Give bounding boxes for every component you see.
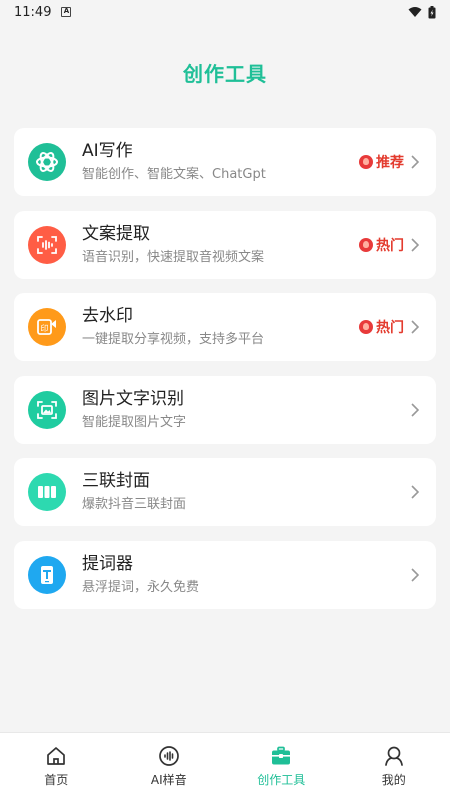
tool-card-ai-writing[interactable]: AI写作 智能创作、智能文案、ChatGpt 推荐 [14,128,436,196]
tool-title: 文案提取 [82,223,150,244]
tool-title: 三联封面 [82,471,150,492]
fire-icon [359,320,373,335]
tab-creation-tools[interactable]: 创作工具 [225,733,338,800]
tab-profile[interactable]: 我的 [338,733,450,800]
tool-card-remove-watermark[interactable]: 印 去水印 一键提取分享视频，支持多平台 热门 [14,293,436,362]
tool-subtitle: 语音识别，快速提取音视频文案 [82,249,265,265]
tool-title: 提词器 [82,553,133,574]
tool-title: 去水印 [82,306,133,327]
ai-brain-icon [28,143,66,181]
voice-wave-icon [28,225,66,264]
tool-subtitle: 一键提取分享视频，支持多平台 [82,332,265,348]
chevron-right-icon [408,568,422,582]
fire-icon [359,155,373,169]
tool-subtitle: 智能创作、智能文案、ChatGpt [82,167,266,182]
tab-label: 我的 [381,773,406,787]
page-title: 创作工具 [183,62,267,86]
image-scan-icon [28,390,66,429]
stamp-icon: 印 [28,308,66,347]
teleprompter-icon [28,555,66,594]
voice-sample-icon [158,746,179,766]
tool-list: AI写作 智能创作、智能文案、ChatGpt 推荐 文案提取 语音识别，快速提取… [14,128,436,624]
badge-label: 热门 [376,320,404,337]
notification-a-icon: A [61,7,72,17]
chevron-right-icon [408,485,422,499]
chevron-right-icon [408,155,422,169]
tool-card-teleprompter[interactable]: 提词器 悬浮提词，永久免费 [14,540,436,609]
badge-label: 推荐 [376,155,404,171]
profile-icon [384,746,403,766]
tab-label: AI样音 [150,773,187,787]
chevron-right-icon [408,238,422,252]
svg-text:印: 印 [41,324,49,333]
tool-subtitle: 悬浮提词，永久免费 [82,579,200,595]
hot-badge: 热门 [359,317,404,337]
toolbox-icon [272,746,291,765]
tool-subtitle: 爆款抖音三联封面 [82,497,187,513]
wifi-icon [408,7,422,17]
tool-card-triple-cover[interactable]: 三联封面 爆款抖音三联封面 [14,458,436,527]
chevron-right-icon [408,403,422,417]
fire-icon [359,237,373,252]
hot-badge: 热门 [359,235,404,255]
tool-card-text-extract[interactable]: 文案提取 语音识别，快速提取音视频文案 热门 [14,210,436,279]
bottom-tab-bar: 首页 AI样音 创作工具 我的 [0,732,450,800]
tool-card-image-ocr[interactable]: 图片文字识别 智能提取图片文字 [14,375,436,444]
tab-label: 创作工具 [257,773,306,787]
tab-ai-voice[interactable]: AI样音 [113,733,226,800]
tab-home[interactable]: 首页 [0,733,113,800]
tool-title: 图片文字识别 [82,388,184,409]
tool-subtitle: 智能提取图片文字 [82,414,187,430]
battery-icon [428,5,436,18]
tool-title: AI写作 [82,141,133,161]
badge-label: 热门 [376,237,404,254]
tab-label: 首页 [44,773,69,787]
status-time: 11:49 [14,4,52,20]
chevron-right-icon [408,320,422,334]
status-bar: 11:49 A [0,0,450,24]
recommend-badge: 推荐 [359,152,404,172]
home-icon [47,747,66,765]
triple-panel-icon [28,473,66,512]
